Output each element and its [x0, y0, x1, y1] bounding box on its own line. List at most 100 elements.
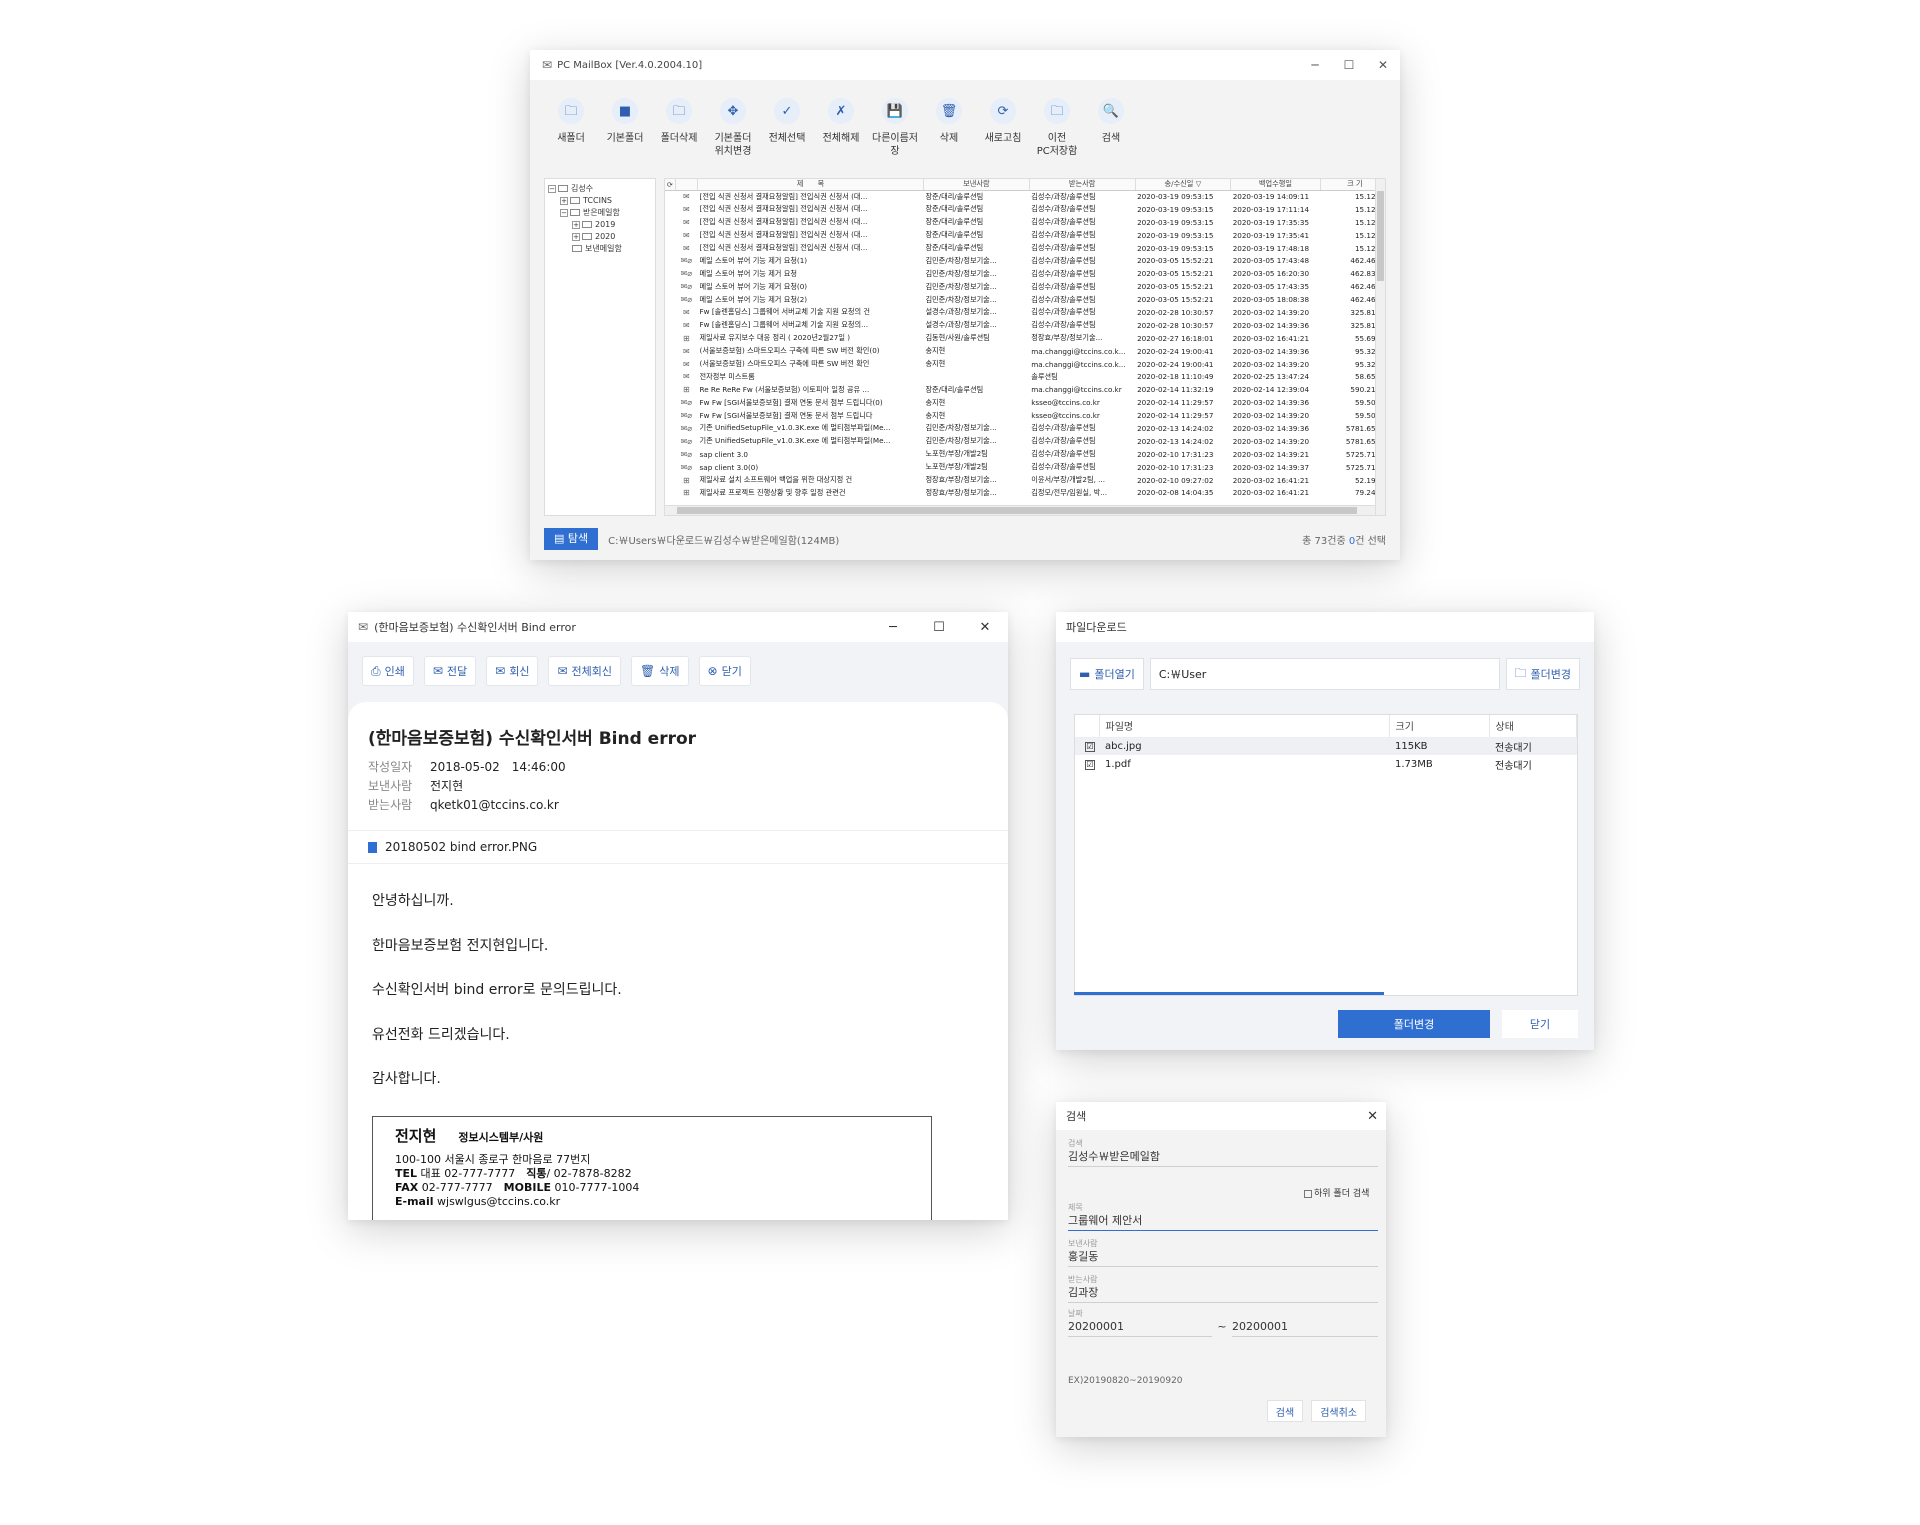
- table-row[interactable]: ✉ [전입 식권 신청서 결재요청알림] 전입식권 신청서 (대... 장준/대리/…: [665, 242, 1385, 255]
- cancel-search-button[interactable]: 검색취소: [1311, 1400, 1366, 1422]
- col-filesize[interactable]: 크기: [1389, 715, 1490, 738]
- expand-icon[interactable]: +: [560, 196, 568, 205]
- file-checkbox[interactable]: ☑: [1085, 741, 1095, 752]
- col-date[interactable]: 송/수신일 ▽: [1135, 179, 1232, 191]
- table-row[interactable]: ✉ (서울보증보험) 스마트오피스 구축에 따른 SW 버전 확인(0) 송지현 ma…: [665, 345, 1385, 358]
- search-scope-field[interactable]: 검색 김성수￦받은메일함: [1068, 1138, 1378, 1167]
- sender-input[interactable]: 홍길동: [1068, 1249, 1378, 1267]
- table-row[interactable]: ✉⌀ 메일 스토어 뷰어 기능 제거 요청(0) 김민준/차장/정보기술... 김성수…: [665, 280, 1385, 293]
- file-checkbox[interactable]: ☑: [1085, 759, 1095, 770]
- vertical-scrollbar[interactable]: [1375, 179, 1385, 515]
- message-toolbar-button[interactable]: ⊗ 닫기: [698, 656, 751, 686]
- archive-icon: 🗀: [1044, 98, 1070, 124]
- message-body: 안녕하십니까. 한마음보증보험 전지현입니다. 수신확인서버 bind erro…: [372, 890, 622, 1113]
- open-folder-button[interactable]: ▬ 폴더열기: [1070, 658, 1144, 690]
- collapse-icon[interactable]: −: [548, 184, 556, 193]
- table-row[interactable]: ✉ Fw [솔렌홈딩스] 그룹웨어 서버교체 기술 지원 요청의... 설경수/과장…: [665, 319, 1385, 332]
- message-toolbar-button[interactable]: ✉ 전달: [423, 656, 477, 686]
- expand-icon[interactable]: +: [572, 232, 580, 241]
- window-controls: ─ ☐ ✕: [870, 612, 1008, 642]
- cell-subject: 기존 UnifiedSetupFile_v1.0.3K.exe 에 멀티첨부파일…: [699, 436, 891, 446]
- col-subject[interactable]: 제 목: [697, 179, 924, 191]
- table-row[interactable]: ✉⌀ 메일 스토어 뷰어 기능 제거 요청 김민준/차장/정보기술... 김성수/과장…: [665, 267, 1385, 280]
- table-row[interactable]: ✉⌀ 메일 스토어 뷰어 기능 제거 요청(2) 김민준/차장/정보기술... 김성수…: [665, 293, 1385, 306]
- explore-button[interactable]: ▤ 탐색: [544, 528, 599, 550]
- maximize-button[interactable]: ☐: [1332, 50, 1366, 80]
- col-filename[interactable]: 파일명: [1099, 715, 1390, 738]
- table-row[interactable]: ✉ [전입 식권 신청서 결재요청알림] 전입식권 신청서 (대... 장준/대리/…: [665, 190, 1385, 203]
- table-row[interactable]: ✉ [전입 식권 신청서 결재요청알림] 전입식권 신청서 (대... 장준/대리/…: [665, 216, 1385, 229]
- tree-item-tccins[interactable]: + TCCINS: [548, 195, 652, 207]
- file-row[interactable]: ☑ abc.jpg 115KB 전송대기: [1075, 737, 1577, 755]
- folder-icon: [558, 185, 568, 192]
- table-row[interactable]: ✉ Fw [솔렌홈딩스] 그룹웨어 서버교체 기술 지원 요청의 건 설경수/과장/…: [665, 306, 1385, 319]
- cell-subject: 제일사료 설치 소프트웨어 백업을 위한 대상지정 건: [699, 475, 853, 485]
- close-icon[interactable]: ✕: [1367, 1102, 1378, 1130]
- col-backup[interactable]: 백업수행일: [1230, 179, 1321, 191]
- trash-icon: 🗑: [936, 98, 962, 124]
- date-to-input[interactable]: 20200001: [1232, 1319, 1378, 1337]
- col-to[interactable]: 받는사람: [1029, 179, 1136, 191]
- recipient-input[interactable]: 김과장: [1068, 1285, 1378, 1303]
- col-status[interactable]: 상태: [1489, 715, 1577, 738]
- minimize-button[interactable]: ─: [870, 612, 916, 642]
- folder-icon: [570, 197, 580, 204]
- subject-input[interactable]: 그룹웨어 제안서: [1068, 1213, 1378, 1231]
- recipient-field[interactable]: 받는사람 김과장: [1068, 1274, 1378, 1303]
- date-from-input[interactable]: 20200001: [1068, 1319, 1212, 1337]
- message-toolbar-button[interactable]: ⎙ 인쇄: [362, 656, 414, 686]
- checkbox-icon[interactable]: [1304, 1189, 1312, 1198]
- subject-field[interactable]: 제목 그룹웨어 제안서: [1068, 1202, 1378, 1231]
- toolbar-label: 새폴더: [557, 133, 585, 144]
- cell-from: [923, 370, 1029, 383]
- cell-date: 2020-03-19 09:53:15: [1137, 204, 1214, 214]
- message-toolbar-button[interactable]: 🗑 삭제: [631, 656, 689, 686]
- table-row[interactable]: ✉ 전자정부 미스트롬 솔루션팀 2020-02-18 11:10:49 2020-02…: [665, 370, 1385, 383]
- minimize-button[interactable]: ─: [1298, 50, 1332, 80]
- col-from[interactable]: 보낸사람: [923, 179, 1030, 191]
- tree-item-sent[interactable]: 보낸메일함: [548, 243, 652, 255]
- cell-date: 2020-02-10 17:31:23: [1137, 462, 1214, 472]
- table-row[interactable]: ✉ [전입 식권 신청서 결재요청알림] 전입식권 신청서 (대... 장준/대리/…: [665, 203, 1385, 216]
- expand-icon[interactable]: +: [572, 220, 580, 229]
- refresh-icon[interactable]: ⟳: [665, 179, 676, 191]
- table-row[interactable]: ⊞ 제일사료 유지보수 대응 정리 ( 2020년2월27일 ) 김동현/사원/솔루…: [665, 332, 1385, 345]
- download-path-field[interactable]: C:￦User: [1149, 658, 1500, 690]
- table-row[interactable]: ✉⌀ Fw Fw [SGI서울보증보험] 결재 연동 문서 첨부 드립니다(0) 송…: [665, 396, 1385, 409]
- table-row[interactable]: ✉⌀ 기존 UnifiedSetupFile_v1.0.3K.exe 에 멀티첨부…: [665, 435, 1385, 448]
- horizontal-scrollbar[interactable]: [665, 505, 1375, 515]
- tree-item-inbox[interactable]: − 받은메일함: [548, 207, 652, 219]
- change-folder-confirm-button[interactable]: 폴더변경: [1338, 1010, 1490, 1038]
- collapse-icon[interactable]: −: [560, 208, 568, 217]
- search-scope-input[interactable]: 김성수￦받은메일함: [1068, 1149, 1378, 1167]
- mailbox-titlebar: ✉ PC MailBox [Ver.4.0.2004.10]: [530, 50, 1400, 80]
- file-row[interactable]: ☑ 1.pdf 1.73MB 전송대기: [1075, 755, 1577, 773]
- message-toolbar-button[interactable]: ✉ 전체회신: [548, 656, 622, 686]
- search-button[interactable]: 검색: [1266, 1400, 1304, 1422]
- sender-field[interactable]: 보낸사람 홍길동: [1068, 1238, 1378, 1267]
- scrollbar-thumb[interactable]: [677, 507, 1357, 514]
- close-button[interactable]: ✕: [962, 612, 1008, 642]
- change-folder-button[interactable]: 🗀 폴더변경: [1505, 658, 1580, 690]
- table-row[interactable]: ✉⌀ sap client 3.0 노포현/부장/개발2팀 김성수/과장/솔루션팀 20…: [665, 448, 1385, 461]
- tree-root[interactable]: − 김성수: [548, 183, 652, 195]
- tree-item-2020[interactable]: +2020: [548, 231, 652, 243]
- tree-item-2019[interactable]: +2019: [548, 219, 652, 231]
- reply-all-icon: ✉: [557, 664, 568, 678]
- attachment-item[interactable]: 20180502 bind error.PNG: [348, 830, 1008, 864]
- subfolder-checkbox[interactable]: 하위 폴더 검색: [1304, 1186, 1369, 1199]
- table-row[interactable]: ✉ (서울보증보험) 스마트오피스 구축에 따른 SW 버전 확인 송지현 ma.ch…: [665, 358, 1385, 371]
- table-row[interactable]: ✉⌀ 기존 UnifiedSetupFile_v1.0.3K.exe 에 멀티첨부…: [665, 422, 1385, 435]
- message-toolbar-button[interactable]: ✉ 회신: [486, 656, 539, 686]
- table-row[interactable]: ⊞ 제일사료 프로젝트 진행상황 및 향후 일정 관련건 정장효/부장/정보기술..…: [665, 486, 1385, 499]
- scrollbar-thumb[interactable]: [1377, 191, 1384, 281]
- table-row[interactable]: ✉ [전입 식권 신청서 결재요청알림] 전입식권 신청서 (대... 장준/대리/…: [665, 229, 1385, 242]
- close-button[interactable]: ✕: [1366, 50, 1400, 80]
- table-row[interactable]: ✉⌀ 메일 스토어 뷰어 기능 제거 요청(1) 김민준/차장/정보기술... 김성수…: [665, 254, 1385, 267]
- table-row[interactable]: ✉⌀ Fw Fw [SGI서울보증보험] 결재 연동 문서 첨부 드립니다 송지현 k…: [665, 409, 1385, 422]
- table-row[interactable]: ✉⌀ sap client 3.0(0) 노포현/부장/개발2팀 김성수/과장/솔루션…: [665, 461, 1385, 474]
- table-row[interactable]: ⊞ Re Re ReRe Fw (서울보증보험) 이토피아 일정 공유 ... 장준…: [665, 383, 1385, 396]
- maximize-button[interactable]: ☐: [916, 612, 962, 642]
- table-row[interactable]: ⊞ 제일사료 설치 소프트웨어 백업을 위한 대상지정 건 정장효/부장/정보기술.…: [665, 474, 1385, 487]
- close-button[interactable]: 닫기: [1502, 1010, 1578, 1038]
